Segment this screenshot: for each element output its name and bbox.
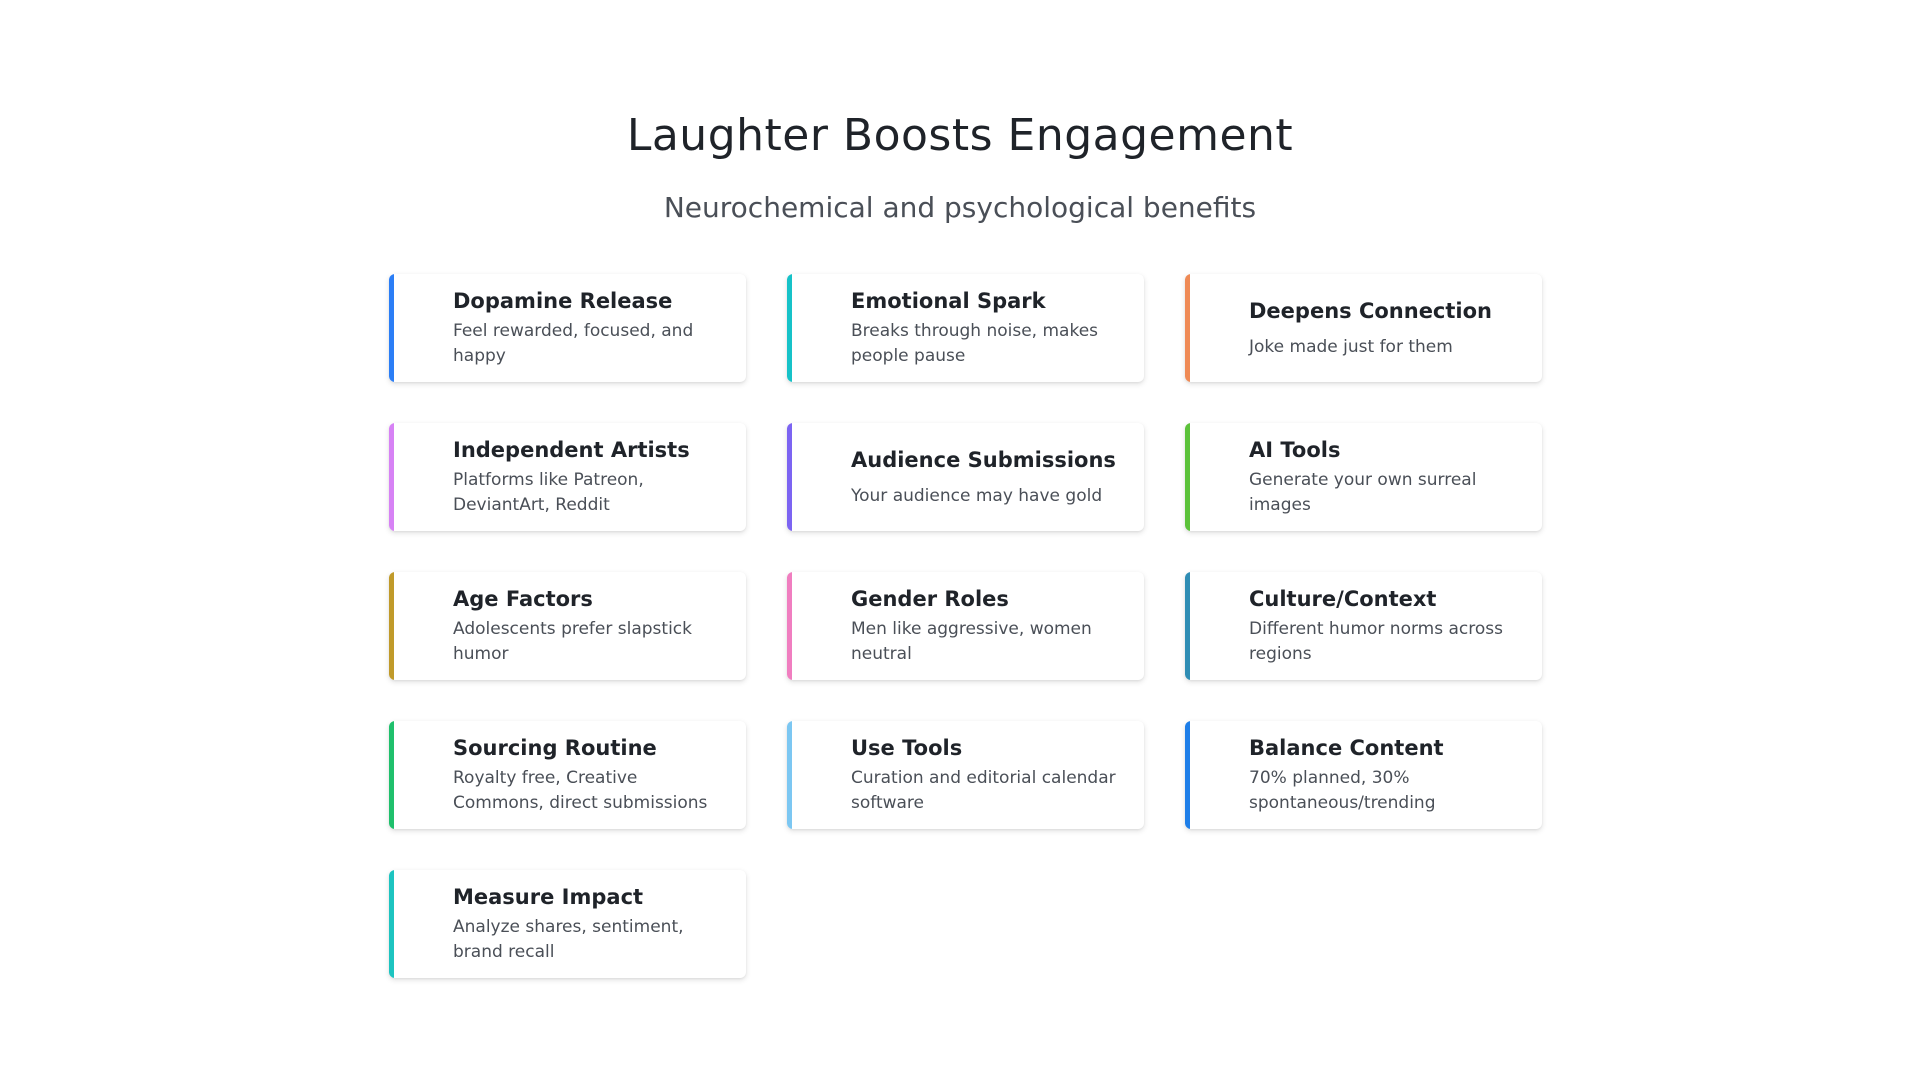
card-accent-bar (389, 572, 394, 680)
card-sourcing-routine: Sourcing Routine Royalty free, Creative … (389, 721, 746, 829)
card-grid: Dopamine Release Feel rewarded, focused,… (389, 274, 1549, 978)
card-accent-bar (389, 721, 394, 829)
card-gender-roles: Gender Roles Men like aggressive, women … (787, 572, 1144, 680)
card-accent-bar (389, 870, 394, 978)
card-accent-bar (1185, 721, 1190, 829)
card-description: Generate your own surreal images (1249, 470, 1477, 515)
slide: Laughter Boosts Engagement Neurochemical… (0, 0, 1920, 1080)
card-accent-bar (389, 274, 394, 382)
card-accent-bar (1185, 274, 1190, 382)
card-description: Your audience may have gold (851, 485, 1103, 506)
page-title: Laughter Boosts Engagement (626, 110, 1294, 161)
card-deepens-connection: Deepens Connection Joke made just for th… (1185, 274, 1542, 382)
card-title: Measure Impact (453, 885, 644, 909)
card-description: Breaks through noise, makes people pause (851, 321, 1099, 366)
card-description: Joke made just for them (1249, 336, 1453, 357)
card-title: Balance Content (1249, 736, 1444, 760)
card-accent-bar (787, 274, 792, 382)
card-description: 70% planned, 30% spontaneous/trending (1249, 768, 1436, 813)
card-accent-bar (1185, 572, 1190, 680)
card-title: Emotional Spark (851, 289, 1046, 313)
card-title: Independent Artists (453, 438, 690, 462)
card-title: Deepens Connection (1249, 298, 1492, 323)
card-emotional-spark: Emotional Spark Breaks through noise, ma… (787, 274, 1144, 382)
card-accent-bar (1185, 423, 1190, 531)
card-accent-bar (787, 572, 792, 680)
card-balance-content: Balance Content 70% planned, 30% spontan… (1185, 721, 1542, 829)
page-subtitle: Neurochemical and psychological benefits (663, 191, 1257, 224)
card-description: Different humor norms across regions (1249, 619, 1503, 664)
card-title: Age Factors (453, 587, 593, 611)
card-independent-artists: Independent Artists Platforms like Patre… (389, 423, 746, 531)
card-dopamine-release: Dopamine Release Feel rewarded, focused,… (389, 274, 746, 382)
card-age-factors: Age Factors Adolescents prefer slapstick… (389, 572, 746, 680)
card-description: Royalty free, Creative Commons, direct s… (453, 768, 708, 813)
card-accent-bar (787, 721, 792, 829)
card-title: Use Tools (851, 736, 963, 760)
card-title: Culture/Context (1249, 587, 1437, 611)
card-description: Men like aggressive, women neutral (851, 619, 1092, 664)
card-description: Feel rewarded, focused, and happy (453, 321, 694, 366)
card-audience-submissions: Audience Submissions Your audience may h… (787, 423, 1144, 531)
card-culture-context: Culture/Context Different humor norms ac… (1185, 572, 1542, 680)
card-title: Dopamine Release (453, 289, 673, 313)
card-accent-bar (787, 423, 792, 531)
card-title: Sourcing Routine (453, 736, 657, 760)
card-ai-tools: AI Tools Generate your own surreal image… (1185, 423, 1542, 531)
card-accent-bar (389, 423, 394, 531)
card-description: Analyze shares, sentiment, brand recall (453, 917, 684, 962)
card-description: Curation and editorial calendar software (851, 768, 1116, 813)
card-description: Platforms like Patreon, DeviantArt, Redd… (453, 470, 644, 515)
card-title: AI Tools (1249, 438, 1341, 462)
card-measure-impact: Measure Impact Analyze shares, sentiment… (389, 870, 746, 978)
card-title: Gender Roles (851, 587, 1009, 611)
card-use-tools: Use Tools Curation and editorial calenda… (787, 721, 1144, 829)
card-title: Audience Submissions (851, 447, 1116, 472)
card-description: Adolescents prefer slapstick humor (453, 619, 692, 664)
